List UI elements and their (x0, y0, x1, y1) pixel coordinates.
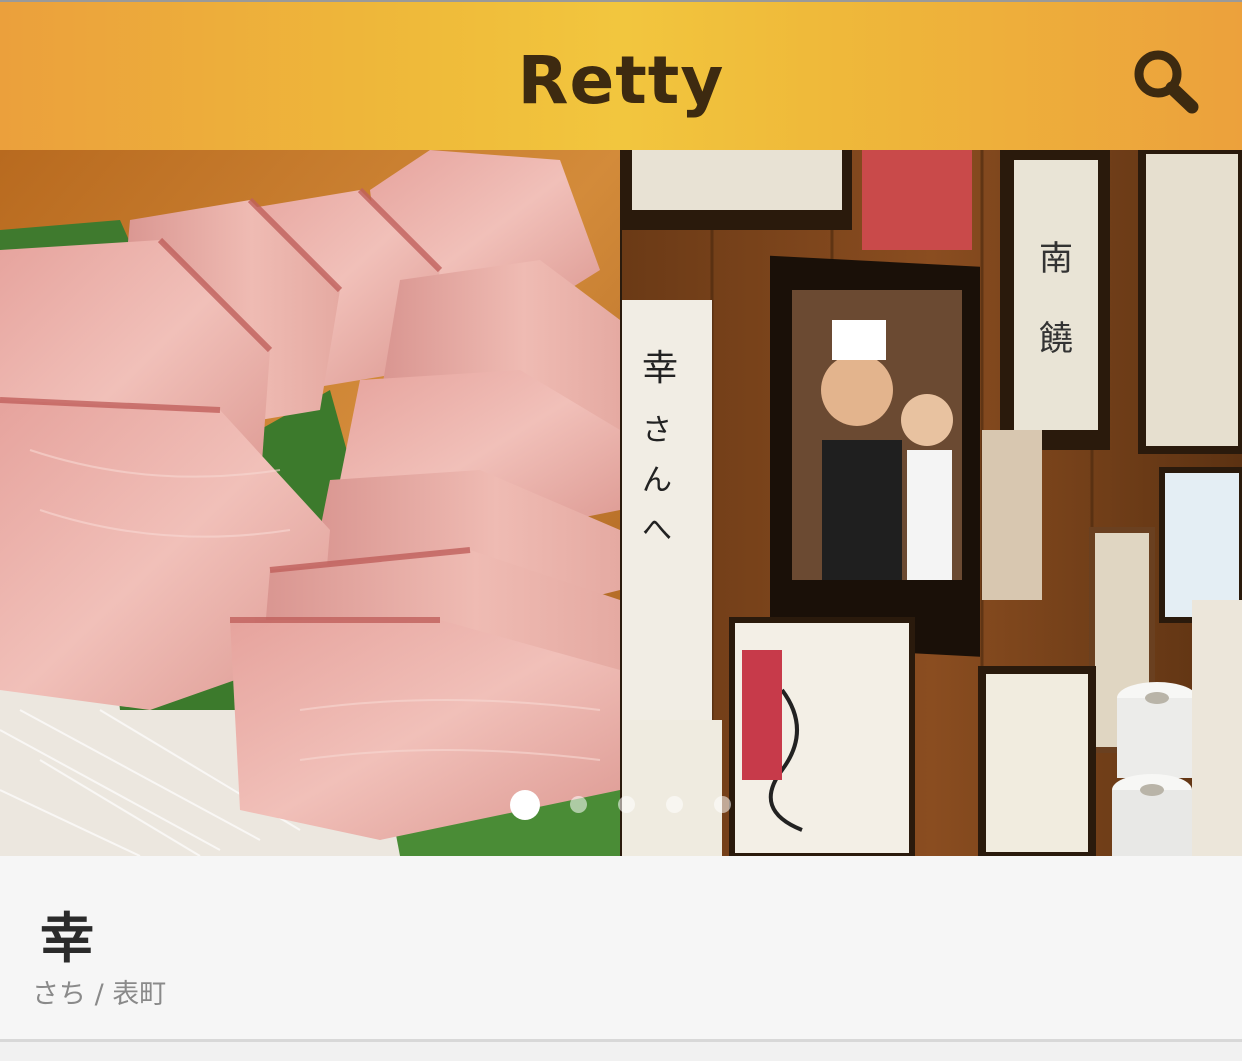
restaurant-name: 幸 (40, 907, 94, 970)
restaurant-reading: さち (32, 979, 86, 1010)
svg-text:南: 南 (1039, 239, 1073, 279)
carousel-pagination (0, 790, 1242, 820)
carousel-dot-4[interactable] (666, 796, 683, 813)
svg-text:幸: 幸 (642, 348, 678, 389)
restaurant-wall-photo[interactable]: 南 饒 幸 さ ん へ (622, 150, 1242, 856)
sashimi-photo[interactable] (0, 150, 620, 856)
restaurant-subtitle: さち / 表町 (32, 972, 166, 1011)
carousel-dot-1[interactable] (510, 790, 540, 820)
svg-text:さ: さ (642, 413, 672, 448)
photo-carousel[interactable]: 南 饒 幸 さ ん へ (0, 150, 1242, 856)
svg-text:へ: へ (642, 513, 672, 548)
restaurant-area[interactable]: 表町 (112, 979, 166, 1010)
retty-logo[interactable]: Retty (0, 42, 1242, 119)
carousel-dot-3[interactable] (618, 796, 635, 813)
search-button[interactable] (1128, 46, 1206, 116)
svg-text:饒: 饒 (1039, 319, 1073, 359)
search-icon (1134, 50, 1199, 114)
bottom-strip (0, 1042, 1242, 1061)
carousel-dot-2[interactable] (570, 796, 587, 813)
restaurant-info: 幸 さち / 表町 (0, 856, 1242, 1039)
app-header: Retty (0, 0, 1242, 150)
subtitle-separator: / (94, 979, 104, 1010)
svg-text:ん: ん (642, 463, 672, 498)
carousel-dot-5[interactable] (714, 796, 731, 813)
